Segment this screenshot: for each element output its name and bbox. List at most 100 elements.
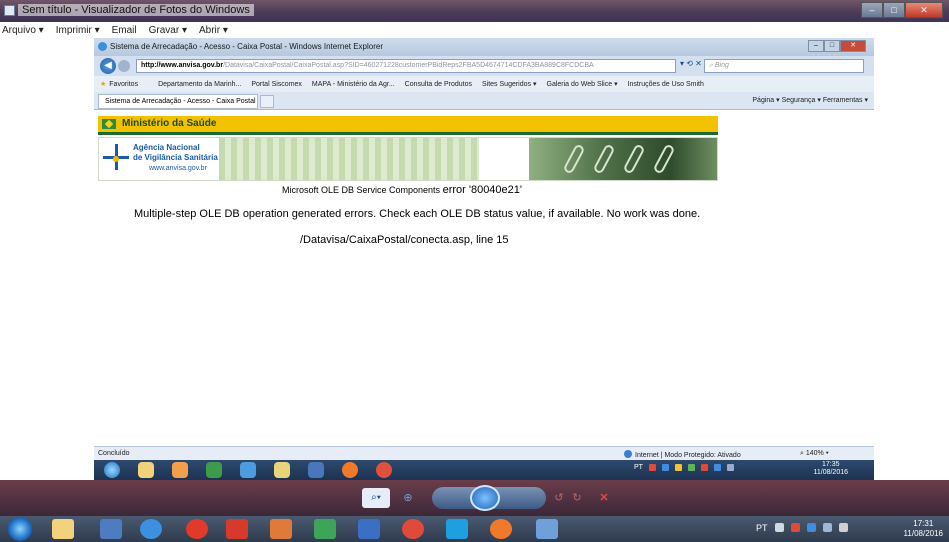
navigation-control[interactable] bbox=[432, 485, 546, 511]
forward-arrow-icon bbox=[118, 60, 130, 72]
actual-size-icon[interactable]: ⊕ bbox=[398, 488, 418, 508]
ie-minimize-icon: – bbox=[808, 40, 824, 52]
ministry-header: Ministério da Saúde bbox=[98, 116, 718, 132]
error-location: /Datavisa/CaixaPostal/conecta.asp, line … bbox=[300, 234, 509, 246]
viewer-toolbar: ⌕▾ ⊕ ↺ ↻ ✕ bbox=[0, 480, 949, 516]
anvisa-banner: Agência Nacional de Vigilância Sanitária… bbox=[98, 137, 718, 181]
back-arrow-icon: ◀ bbox=[100, 58, 116, 74]
status-text: Concluído bbox=[98, 450, 130, 457]
maximize-button[interactable]: □ bbox=[883, 2, 905, 18]
inner-clock: 17:35 11/08/2016 bbox=[813, 461, 848, 476]
fav-item: Sites Sugeridos ▾ bbox=[482, 81, 537, 88]
favorites-bar: ★ Favoritos Departamento da Marinh... Por… bbox=[94, 76, 874, 92]
error-message: Multiple-step OLE DB operation generated… bbox=[134, 208, 701, 220]
ie-status-bar: Concluído Internet | Modo Protegido: Ati… bbox=[94, 446, 874, 460]
error-header: Microsoft OLE DB Service Components erro… bbox=[282, 184, 522, 196]
inner-start-icon bbox=[104, 462, 120, 478]
app-icon bbox=[206, 462, 222, 478]
fav-favoritos: ★ Favoritos bbox=[100, 81, 139, 88]
pdf-icon[interactable] bbox=[226, 519, 248, 539]
ie-window-controls: – □ ✕ bbox=[808, 40, 866, 52]
anvisa-name-line2: de Vigilância Sanitária bbox=[133, 153, 218, 162]
delete-icon[interactable]: ✕ bbox=[596, 488, 612, 508]
header-divider bbox=[98, 132, 718, 135]
inner-system-tray: PT bbox=[634, 464, 734, 471]
app-icon[interactable] bbox=[100, 519, 122, 539]
language-indicator[interactable]: PT bbox=[756, 523, 768, 533]
zoom-icon[interactable]: ⌕▾ bbox=[362, 488, 390, 508]
menu-email[interactable]: Email bbox=[112, 25, 137, 36]
new-tab-icon bbox=[260, 95, 274, 108]
banner-photo bbox=[529, 138, 717, 180]
skype-icon[interactable] bbox=[446, 519, 468, 539]
system-tray: PT bbox=[756, 523, 848, 533]
vial-shape bbox=[652, 143, 676, 175]
banner-stripe bbox=[219, 138, 479, 180]
excel-icon[interactable] bbox=[314, 519, 336, 539]
os-taskbar: PT 17:31 11/08/2016 bbox=[0, 516, 949, 542]
ie-icon bbox=[240, 462, 256, 478]
search-placeholder: Bing bbox=[714, 62, 729, 69]
slideshow-icon[interactable] bbox=[470, 485, 500, 511]
tray-icon[interactable] bbox=[806, 523, 816, 532]
word-icon[interactable] bbox=[358, 519, 380, 539]
ie-maximize-icon: □ bbox=[824, 40, 840, 52]
inner-taskbar: PT 17:35 11/08/2016 bbox=[94, 460, 874, 480]
globe-icon bbox=[624, 450, 632, 458]
explorer-icon[interactable] bbox=[52, 519, 74, 539]
volume-icon[interactable] bbox=[838, 523, 848, 532]
fav-item: Instruções de Uso Smith bbox=[627, 80, 704, 88]
anvisa-site: www.anvisa.gov.br bbox=[149, 165, 207, 172]
ie-close-icon: ✕ bbox=[840, 40, 866, 52]
vial-shape bbox=[592, 143, 616, 175]
start-button-icon[interactable] bbox=[8, 517, 32, 541]
tray-icon[interactable] bbox=[774, 523, 784, 532]
displayed-photo: Sistema de Arrecadação - Acesso - Caixa … bbox=[94, 38, 874, 480]
refresh-stop-icon: ▾ ⟲ ✕ bbox=[680, 59, 702, 68]
firefox-taskbar-icon[interactable] bbox=[490, 519, 512, 539]
ie-title: Sistema de Arrecadação - Acesso - Caixa … bbox=[110, 42, 384, 51]
inner-lang: PT bbox=[634, 464, 643, 471]
ministry-name: Ministério da Saúde bbox=[122, 118, 217, 129]
url-path: /Datavisa/CaixaPostal/CaixaPostal.asp?SI… bbox=[223, 62, 594, 69]
magnifier-icon: ⌕ bbox=[800, 450, 804, 457]
star-icon: ★ bbox=[100, 81, 107, 88]
security-zone: Internet | Modo Protegido: Ativado bbox=[624, 450, 741, 459]
menu-arquivo[interactable]: Arquivo ▾ bbox=[2, 25, 44, 36]
photo-viewer-taskbar-icon[interactable] bbox=[536, 519, 558, 539]
ie-taskbar-icon[interactable] bbox=[140, 519, 162, 539]
menu-abrir[interactable]: Abrir ▾ bbox=[199, 25, 228, 36]
chrome-icon bbox=[376, 462, 392, 478]
window-controls: – □ ✕ bbox=[861, 2, 943, 18]
menu-imprimir[interactable]: Imprimir ▾ bbox=[56, 25, 100, 36]
url-field: http://www.anvisa.gov.br/Datavisa/CaixaP… bbox=[136, 59, 676, 73]
firefox-icon bbox=[342, 462, 358, 478]
close-button[interactable]: ✕ bbox=[905, 2, 943, 18]
minimize-button[interactable]: – bbox=[861, 2, 883, 18]
logo-dot bbox=[113, 156, 119, 162]
menu-gravar[interactable]: Gravar ▾ bbox=[149, 25, 187, 36]
vial-shape bbox=[562, 143, 586, 175]
error-code: error '80040e21' bbox=[442, 184, 523, 196]
tray-icon[interactable] bbox=[790, 523, 800, 532]
system-clock[interactable]: 17:31 11/08/2016 bbox=[904, 519, 943, 539]
rotate-right-icon[interactable]: ↻ bbox=[570, 488, 584, 508]
page-content: Ministério da Saúde Agência Nacional de … bbox=[94, 110, 874, 446]
chrome-taskbar-icon[interactable] bbox=[402, 519, 424, 539]
ie-address-bar: ◀ http://www.anvisa.gov.br/Datavisa/Caix… bbox=[94, 56, 874, 76]
ie-icon bbox=[98, 42, 107, 51]
rotate-left-icon[interactable]: ↺ bbox=[552, 488, 566, 508]
media-icon bbox=[172, 462, 188, 478]
network-icon[interactable] bbox=[822, 523, 832, 532]
url-host: http://www.anvisa.gov.br bbox=[141, 62, 224, 69]
powerpoint-icon[interactable] bbox=[270, 519, 292, 539]
zoom-level: ⌕ 140% ▾ bbox=[800, 450, 829, 457]
anvisa-name-line1: Agência Nacional bbox=[133, 143, 200, 152]
command-bar: Página ▾ Segurança ▾ Ferramentas ▾ bbox=[752, 97, 868, 104]
viewer-title: Sem título - Visualizador de Fotos do Wi… bbox=[18, 4, 254, 16]
vial-shape bbox=[622, 143, 646, 175]
ie-tab-row: Sistema de Arrecadação - Acesso - Caixa … bbox=[94, 92, 874, 110]
app-icon bbox=[308, 462, 324, 478]
opera-icon[interactable] bbox=[186, 519, 208, 539]
brazil-flag-icon bbox=[102, 119, 116, 129]
